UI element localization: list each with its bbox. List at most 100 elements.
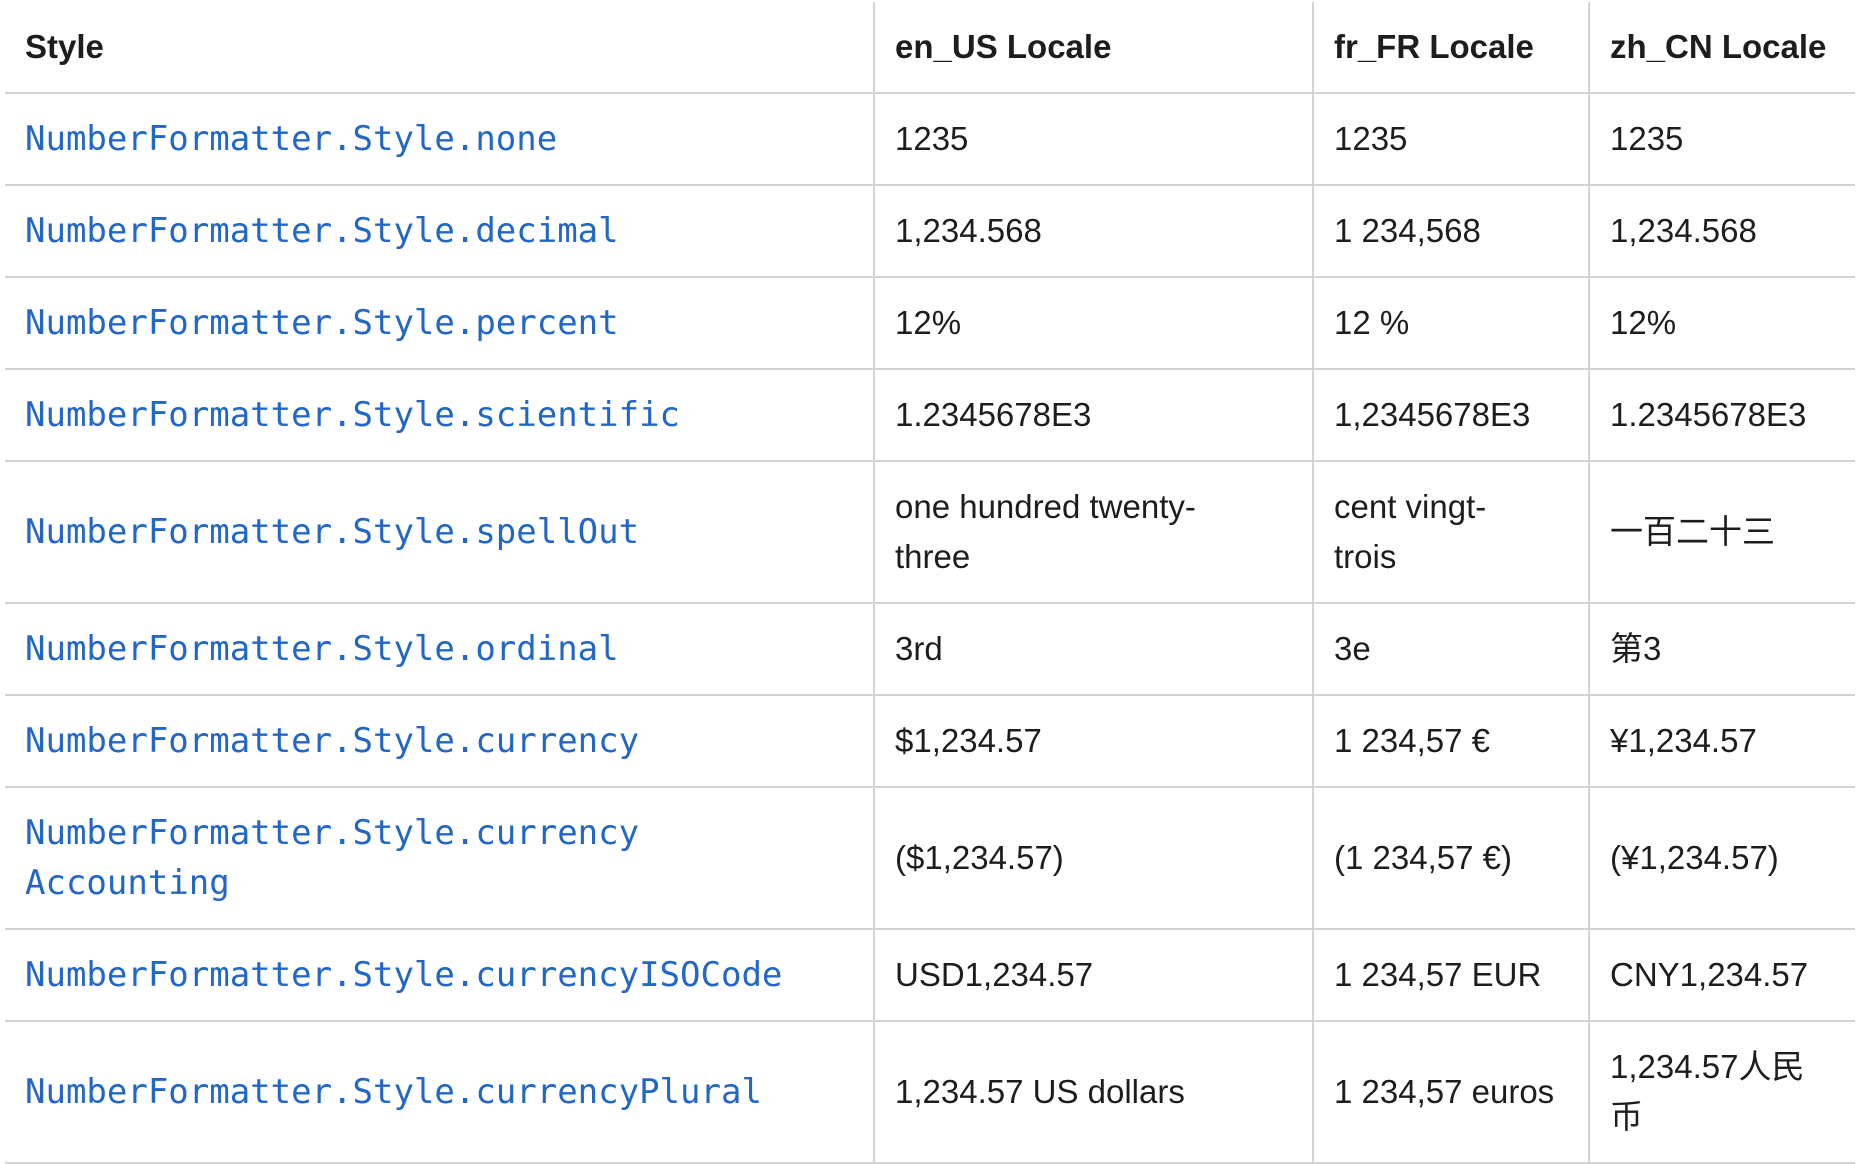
cell-en-us-cell: 1235 — [873, 93, 1313, 186]
style-link[interactable]: NumberFormatter.Style.currencyISOCode — [25, 950, 853, 1000]
cell-en-us-cell: 12% — [873, 277, 1313, 370]
header-fr-fr-locale: fr_FR Locale — [1312, 2, 1589, 94]
cell-fr-fr: trois — [1334, 538, 1397, 575]
table-row: NumberFormatter.Style.spellOut one hundre… — [5, 461, 1855, 604]
cell-fr-fr-cell: 1 234,57 euros — [1312, 1021, 1589, 1164]
cell-en-us: one hundred twenty- — [895, 488, 1196, 525]
cell-zh-cn-cell: 第3 — [1588, 603, 1855, 696]
cell-zh-cn: (¥1,234.57) — [1610, 839, 1779, 876]
cell-zh-cn: 1.2345678E3 — [1610, 396, 1807, 433]
cell-zh-cn-cell: 1235 — [1588, 93, 1855, 186]
cell-fr-fr-cell: 1,2345678E3 — [1312, 369, 1589, 462]
cell-en-us-cell: 1,234.57 US dollars — [873, 1021, 1313, 1164]
style-cell: NumberFormatter.Style.none — [5, 93, 874, 186]
cell-zh-cn-cell: 一百二十三 — [1588, 461, 1855, 604]
cell-zh-cn: ¥1,234.57 — [1610, 722, 1757, 759]
style-link[interactable]: NumberFormatter.Style.currency — [25, 716, 853, 766]
style-link[interactable]: NumberFormatter.Style.percent — [25, 298, 853, 348]
cell-zh-cn-cell: 1,234.568 — [1588, 185, 1855, 278]
cell-zh-cn-cell: ¥1,234.57 — [1588, 695, 1855, 788]
style-cell: NumberFormatter.Style.currency — [5, 695, 874, 788]
table-row: NumberFormatter.Style.currency Accounting… — [5, 787, 1855, 930]
cell-zh-cn: 币 — [1610, 1098, 1643, 1135]
number-formatter-style-table: Style en_US Locale fr_FR Locale zh_CN Lo… — [5, 2, 1855, 1164]
cell-zh-cn: 第3 — [1610, 630, 1662, 667]
table-row: NumberFormatter.Style.decimal 1,234.568 1 … — [5, 185, 1855, 278]
cell-en-us: 3rd — [895, 630, 943, 667]
cell-fr-fr-cell: 1 234,57 EUR — [1312, 929, 1589, 1022]
style-link[interactable]: NumberFormatter.Style.decimal — [25, 206, 853, 256]
cell-fr-fr-cell: 1 234,57 € — [1312, 695, 1589, 788]
cell-fr-fr-cell: 3e — [1312, 603, 1589, 696]
cell-en-us: USD1,234.57 — [895, 956, 1094, 993]
cell-fr-fr-cell: (1 234,57 €) — [1312, 787, 1589, 930]
style-cell: NumberFormatter.Style.currencyISOCode — [5, 929, 874, 1022]
style-link[interactable]: NumberFormatter.Style.currencyPlural — [25, 1067, 853, 1117]
style-cell: NumberFormatter.Style.currencyPlural — [5, 1021, 874, 1164]
style-cell: NumberFormatter.Style.spellOut — [5, 461, 874, 604]
cell-fr-fr-cell: 1235 — [1312, 93, 1589, 186]
table-header-row: Style en_US Locale fr_FR Locale zh_CN Lo… — [5, 2, 1855, 94]
cell-fr-fr: 3e — [1334, 630, 1371, 667]
cell-en-us-cell: ($1,234.57) — [873, 787, 1313, 930]
table-row: NumberFormatter.Style.percent 12% 12 % 12% — [5, 277, 1855, 370]
cell-en-us-cell: one hundred twenty-three — [873, 461, 1313, 604]
cell-zh-cn-cell: 1.2345678E3 — [1588, 369, 1855, 462]
cell-fr-fr: 1 234,568 — [1334, 212, 1481, 249]
style-cell: NumberFormatter.Style.decimal — [5, 185, 874, 278]
cell-en-us: 1,234.57 US dollars — [895, 1073, 1185, 1110]
cell-zh-cn-cell: (¥1,234.57) — [1588, 787, 1855, 930]
cell-fr-fr: 1 234,57 euros — [1334, 1073, 1555, 1110]
cell-fr-fr: 1235 — [1334, 120, 1408, 157]
cell-zh-cn: 12% — [1610, 304, 1677, 341]
cell-zh-cn-cell: CNY1,234.57 — [1588, 929, 1855, 1022]
style-link[interactable]: NumberFormatter.Style.ordinal — [25, 624, 853, 674]
table-row: NumberFormatter.Style.ordinal 3rd 3e 第3 — [5, 603, 1855, 696]
style-link[interactable]: NumberFormatter.Style.spellOut — [25, 507, 853, 557]
cell-zh-cn-cell: 12% — [1588, 277, 1855, 370]
table-row: NumberFormatter.Style.currencyISOCode USD… — [5, 929, 1855, 1022]
table-row: NumberFormatter.Style.none 1235 1235 1235 — [5, 93, 1855, 186]
cell-en-us-cell: $1,234.57 — [873, 695, 1313, 788]
style-cell: NumberFormatter.Style.scientific — [5, 369, 874, 462]
cell-en-us: 1.2345678E3 — [895, 396, 1092, 433]
cell-fr-fr-cell: 1 234,568 — [1312, 185, 1589, 278]
style-link[interactable]: NumberFormatter.Style.none — [25, 114, 853, 164]
header-en-us-locale: en_US Locale — [873, 2, 1313, 94]
cell-en-us-cell: 3rd — [873, 603, 1313, 696]
cell-zh-cn: 一百二十三 — [1610, 513, 1775, 550]
cell-zh-cn-cell: 1,234.57人民币 — [1588, 1021, 1855, 1164]
cell-en-us: $1,234.57 — [895, 722, 1042, 759]
style-link[interactable]: NumberFormatter.Style.scientific — [25, 390, 853, 440]
cell-en-us-cell: USD1,234.57 — [873, 929, 1313, 1022]
header-style: Style — [5, 2, 874, 94]
cell-zh-cn: 1,234.57人民 — [1610, 1048, 1805, 1085]
style-cell: NumberFormatter.Style.currency Accounting — [5, 787, 874, 930]
cell-fr-fr-cell: 12 % — [1312, 277, 1589, 370]
table-row: NumberFormatter.Style.scientific 1.234567… — [5, 369, 1855, 462]
cell-fr-fr-cell: cent vingt-trois — [1312, 461, 1589, 604]
cell-fr-fr: (1 234,57 €) — [1334, 839, 1512, 876]
style-cell: NumberFormatter.Style.ordinal — [5, 603, 874, 696]
table-row: NumberFormatter.Style.currencyPlural 1,23… — [5, 1021, 1855, 1164]
table-row: NumberFormatter.Style.currency $1,234.57 1… — [5, 695, 1855, 788]
cell-en-us-cell: 1,234.568 — [873, 185, 1313, 278]
cell-fr-fr: 12 % — [1334, 304, 1410, 341]
cell-zh-cn: 1,234.568 — [1610, 212, 1757, 249]
number-formatter-style-table-container: Style en_US Locale fr_FR Locale zh_CN Lo… — [5, 2, 1855, 1164]
cell-zh-cn: 1235 — [1610, 120, 1684, 157]
style-cell: NumberFormatter.Style.percent — [5, 277, 874, 370]
style-link[interactable]: Accounting — [25, 858, 853, 908]
cell-en-us-cell: 1.2345678E3 — [873, 369, 1313, 462]
cell-en-us: ($1,234.57) — [895, 839, 1064, 876]
header-zh-cn-locale: zh_CN Locale — [1588, 2, 1855, 94]
cell-zh-cn: CNY1,234.57 — [1610, 956, 1809, 993]
cell-fr-fr: 1 234,57 € — [1334, 722, 1490, 759]
cell-en-us: three — [895, 538, 971, 575]
cell-fr-fr: 1 234,57 EUR — [1334, 956, 1542, 993]
cell-en-us: 1,234.568 — [895, 212, 1042, 249]
cell-fr-fr: cent vingt- — [1334, 488, 1487, 525]
style-link[interactable]: NumberFormatter.Style.currency — [25, 808, 853, 858]
cell-en-us: 12% — [895, 304, 962, 341]
cell-en-us: 1235 — [895, 120, 969, 157]
